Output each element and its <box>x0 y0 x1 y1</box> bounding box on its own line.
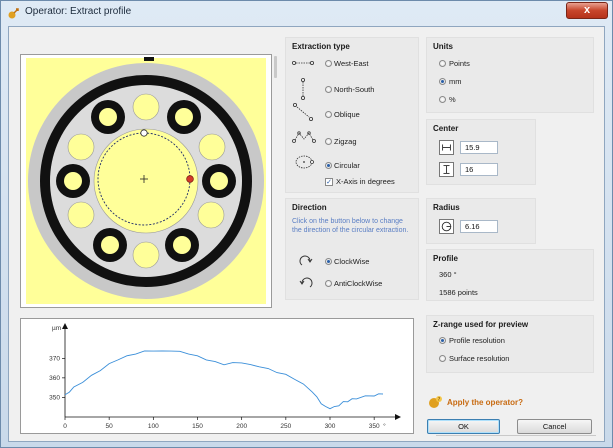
oblique-line-icon <box>292 102 313 121</box>
profile-panel: Profile 360 ° 1586 points <box>426 249 594 301</box>
zigzag-label[interactable]: Zigzag <box>334 137 357 146</box>
profile-chart-svg: µm3503603700 50 100 150 200 250 300 350 ° <box>49 323 401 430</box>
y-axis-label: µm <box>52 325 61 332</box>
xaxis-degrees-label[interactable]: X-Axis in degrees <box>336 177 395 186</box>
radius-input[interactable]: 6.16 <box>460 220 498 233</box>
oblique-label[interactable]: Oblique <box>334 110 360 119</box>
circular-radio[interactable] <box>325 162 332 169</box>
y-tick-label: 350 <box>49 395 60 402</box>
window-title: Operator: Extract profile <box>25 6 132 17</box>
center-x-icon <box>439 140 454 155</box>
x-tick-label: 350 <box>369 423 380 430</box>
direction-hint: Click on the button below to change the … <box>292 218 409 234</box>
apply-operator-label: Apply the operator? <box>447 398 524 407</box>
x-tick-label: 0 <box>63 423 67 430</box>
svg-text:?: ? <box>438 397 441 403</box>
profile-resolution-label[interactable]: Profile resolution <box>449 336 505 345</box>
profile-series-line <box>64 350 384 410</box>
clockwise-radio[interactable] <box>325 258 332 265</box>
center-x-input[interactable]: 15.9 <box>460 141 498 154</box>
profile-heading: Profile <box>433 254 458 263</box>
start-handle[interactable] <box>140 129 148 137</box>
title-bar[interactable]: Operator: Extract profile x <box>1 1 612 25</box>
direction-heading: Direction <box>292 203 327 212</box>
extraction-type-heading: Extraction type <box>292 42 350 51</box>
x-tick-label: 300 <box>325 423 336 430</box>
direction-panel: Direction Click on the button below to c… <box>285 198 419 300</box>
x-tick-label: 250 <box>280 423 291 430</box>
surface-image[interactable] <box>21 55 271 307</box>
oblique-radio[interactable] <box>325 111 332 118</box>
preview-scrollbar[interactable] <box>272 54 280 308</box>
x-tick-label: 150 <box>192 423 203 430</box>
units-points-radio[interactable] <box>439 60 446 67</box>
surface-resolution-radio[interactable] <box>439 355 446 362</box>
north-south-line-icon <box>301 78 306 100</box>
west-east-label[interactable]: West-East <box>334 59 368 68</box>
center-hole <box>93 128 199 234</box>
north-south-label[interactable]: North-South <box>334 85 374 94</box>
zrange-panel: Z-range used for preview Profile resolut… <box>426 315 594 373</box>
surface-preview[interactable] <box>20 54 272 308</box>
units-points-label[interactable]: Points <box>449 59 470 68</box>
clockwise-label[interactable]: ClockWise <box>334 257 369 266</box>
apply-operator-icon: ? <box>429 396 442 408</box>
surface-resolution-label[interactable]: Surface resolution <box>449 354 509 363</box>
cancel-button[interactable]: Cancel <box>517 419 592 434</box>
profile-chart: µm 350 360 370 0 50 100 150 200 250 300 350 ° <box>20 318 414 434</box>
circular-label[interactable]: Circular <box>334 161 360 170</box>
center-y-input[interactable]: 16 <box>460 163 498 176</box>
close-button[interactable]: x <box>566 2 608 19</box>
center-panel: Center 15.9 16 <box>426 119 536 185</box>
west-east-line-icon <box>292 61 314 66</box>
profile-angle: 360 ° <box>439 270 457 279</box>
apply-separator <box>436 435 596 436</box>
center-y-icon <box>439 162 454 177</box>
x-tick-label: 200 <box>236 423 247 430</box>
anticlockwise-label[interactable]: AntiClockWise <box>334 279 382 288</box>
north-south-radio[interactable] <box>325 86 332 93</box>
x-axis-unit-label: ° <box>383 422 386 430</box>
anticlockwise-icon <box>299 277 313 288</box>
radius-panel: Radius 6.16 <box>426 198 536 244</box>
y-tick-label: 370 <box>49 356 60 363</box>
units-panel: Units Points mm % <box>426 37 594 113</box>
units-mm-radio[interactable] <box>439 78 446 85</box>
center-heading: Center <box>433 124 459 133</box>
top-marker <box>144 57 154 61</box>
zrange-heading: Z-range used for preview <box>433 320 529 329</box>
profile-resolution-radio[interactable] <box>439 337 446 344</box>
ok-button[interactable]: OK <box>427 419 500 434</box>
clockwise-icon <box>299 255 313 266</box>
west-east-radio[interactable] <box>325 60 332 67</box>
circular-line-icon <box>295 155 314 169</box>
units-mm-label[interactable]: mm <box>449 77 462 86</box>
zigzag-radio[interactable] <box>325 138 332 145</box>
x-tick-label: 50 <box>106 423 114 430</box>
x-tick-label: 100 <box>148 423 159 430</box>
y-tick-label: 360 <box>49 375 60 382</box>
anticlockwise-radio[interactable] <box>325 280 332 287</box>
zigzag-line-icon <box>292 131 316 143</box>
radius-icon <box>439 219 454 234</box>
profile-points: 1586 points <box>439 288 478 297</box>
units-percent-label[interactable]: % <box>449 95 456 104</box>
xaxis-degrees-checkbox[interactable]: ✓ <box>325 178 333 186</box>
units-heading: Units <box>433 42 453 51</box>
units-percent-radio[interactable] <box>439 96 446 103</box>
extraction-type-panel: Extraction type West-East North-South Ob… <box>285 37 419 193</box>
radius-heading: Radius <box>433 203 460 212</box>
y-axis-arrow <box>62 323 68 329</box>
operator-icon <box>8 8 19 19</box>
radius-handle[interactable] <box>186 175 194 183</box>
x-axis-arrow <box>395 414 401 420</box>
